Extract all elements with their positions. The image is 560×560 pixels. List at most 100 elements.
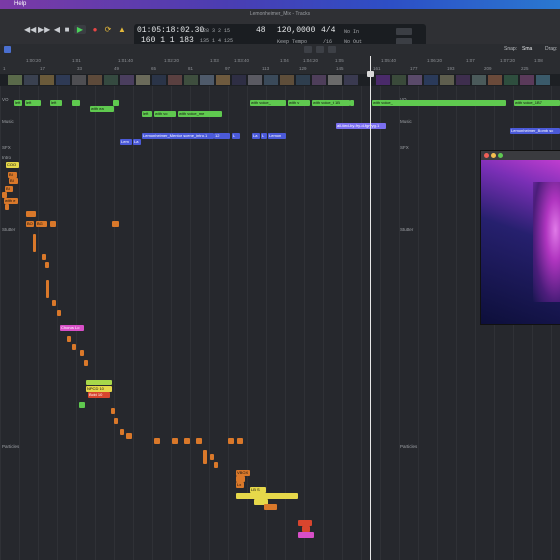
metronome-icon[interactable]: ▲ — [117, 25, 127, 34]
go-to-start-icon[interactable]: ◀ — [52, 25, 62, 34]
particles-region[interactable] — [172, 438, 178, 444]
video-thumbnail — [344, 75, 358, 85]
stutter-region[interactable] — [33, 234, 36, 252]
music-region[interactable]: Lemon — [268, 133, 286, 139]
snap-mode-select[interactable]: Sma — [522, 46, 532, 52]
intro-region[interactable]: COO — [6, 162, 19, 168]
vo-region[interactable]: with voice_ — [372, 100, 506, 106]
vo-region[interactable]: left — [14, 100, 22, 106]
stutter-region[interactable] — [112, 221, 119, 227]
zoom-icon[interactable] — [498, 153, 503, 158]
particles-region[interactable] — [203, 450, 207, 464]
music-region[interactable]: L — [232, 133, 240, 139]
vo-region[interactable]: with voice_me — [178, 111, 222, 117]
vo-region[interactable]: with ea — [90, 106, 114, 112]
stutter-region[interactable] — [52, 300, 56, 306]
vo-region[interactable]: with voice_t 1B — [312, 100, 350, 106]
particles-region[interactable] — [154, 438, 160, 444]
particles-region[interactable] — [210, 454, 214, 460]
ruler-time-tick: 1:04:20 — [303, 58, 319, 63]
music-region[interactable]: Lemonheimer_Mentor scene_intro.1 — [142, 133, 214, 139]
particles-region[interactable] — [228, 438, 234, 444]
particles-region[interactable] — [184, 438, 190, 444]
intro-region[interactable] — [5, 204, 9, 210]
music-region[interactable]: L — [261, 133, 267, 139]
vo-region[interactable] — [72, 100, 80, 106]
playhead[interactable] — [370, 56, 371, 560]
video-thumbnail — [184, 75, 198, 85]
stutter-region[interactable] — [57, 310, 61, 316]
playhead-handle[interactable] — [367, 71, 374, 77]
music-region[interactable]: all-tied-by-fry-d-fgryyg.1 — [336, 123, 386, 129]
pencil-tool-icon[interactable] — [316, 46, 324, 53]
fx-region[interactable] — [79, 402, 85, 408]
particles-region[interactable] — [196, 438, 202, 444]
close-icon[interactable] — [484, 153, 489, 158]
stutter-region[interactable] — [50, 221, 56, 227]
stutter-region[interactable] — [67, 336, 71, 342]
particles-region[interactable] — [120, 429, 124, 435]
video-thumbnail-track[interactable] — [0, 74, 560, 86]
cycle-icon[interactable]: ⟳ — [103, 25, 113, 34]
particles-region[interactable] — [126, 433, 132, 439]
particles-region[interactable] — [111, 408, 115, 414]
vo-region[interactable]: with voice_1B7 — [514, 100, 560, 106]
vo-region[interactable]: with v — [288, 100, 310, 106]
particles-region[interactable]: Lx — [236, 482, 244, 488]
fx-region[interactable] — [86, 380, 112, 385]
vo-region[interactable]: left — [25, 100, 41, 106]
music-region[interactable]: Lemonheimer_Bomb sc — [510, 128, 560, 134]
stutter-region[interactable] — [42, 254, 46, 260]
tracks-area[interactable]: VO VO left left left with ea left with v… — [0, 86, 560, 560]
fx-region[interactable]: Bckt 10 — [88, 392, 110, 398]
ruler-bar-number: 129 — [299, 66, 307, 71]
rewind-icon[interactable]: ◀◀ — [24, 25, 36, 34]
stutter-region[interactable]: BO — [26, 221, 34, 227]
intro-region[interactable] — [2, 192, 7, 198]
stutter-region[interactable] — [26, 211, 36, 217]
ruler-bar-number: 81 — [188, 66, 194, 71]
stop-icon[interactable]: ■ — [62, 25, 72, 34]
vo-region[interactable]: left — [142, 111, 152, 117]
stutter-region[interactable] — [84, 360, 88, 366]
music-region[interactable]: Lem — [120, 139, 132, 145]
vo-region[interactable]: with voice_ — [250, 100, 286, 106]
zoom-tool-icon[interactable] — [328, 46, 336, 53]
music-region[interactable]: 12 — [214, 133, 230, 139]
music-region[interactable]: La — [252, 133, 260, 139]
intro-region[interactable]: BI — [9, 178, 18, 184]
stutter-region[interactable]: BG — [36, 221, 47, 227]
stutter-region[interactable] — [72, 344, 76, 350]
video-thumbnail — [280, 75, 294, 85]
particles-region[interactable] — [298, 532, 314, 538]
record-icon[interactable]: ● — [90, 25, 100, 34]
ruler-bar-number: 33 — [77, 66, 83, 71]
stutter-region[interactable] — [45, 262, 49, 268]
vo-region[interactable] — [350, 100, 354, 106]
vo-region[interactable]: with vo — [154, 111, 176, 117]
stutter-region[interactable] — [46, 280, 49, 298]
minimize-icon[interactable] — [491, 153, 496, 158]
ruler-time-tick: 1:08 — [534, 58, 543, 63]
particles-region[interactable] — [264, 504, 277, 510]
timeline-ruler[interactable]: 1:00:20 1:01 1:01:40 1:02:20 1:03 1:03:4… — [0, 56, 560, 74]
particles-region[interactable] — [114, 418, 118, 424]
stutter-region[interactable] — [80, 350, 84, 356]
vo-region[interactable]: left — [50, 100, 62, 106]
menu-help[interactable]: Help — [14, 0, 26, 9]
play-icon[interactable]: ▶ — [74, 25, 86, 34]
track-label-particles: Particles — [2, 444, 20, 449]
fast-forward-icon[interactable]: ▶▶ — [38, 25, 50, 34]
video-window[interactable] — [480, 150, 560, 325]
particles-region[interactable] — [214, 462, 218, 468]
vo-region[interactable] — [113, 100, 119, 106]
particles-region[interactable] — [237, 438, 243, 444]
stutter-region[interactable]: Chorus Lo — [60, 325, 84, 331]
music-region[interactable]: La — [133, 139, 141, 145]
video-thumbnail — [8, 75, 22, 85]
pointer-tool-icon[interactable] — [304, 46, 312, 53]
ruler-bar-number: 209 — [484, 66, 492, 71]
video-thumbnail — [520, 75, 534, 85]
region-inspector-icon[interactable] — [4, 46, 11, 53]
video-window-titlebar[interactable] — [481, 151, 560, 160]
